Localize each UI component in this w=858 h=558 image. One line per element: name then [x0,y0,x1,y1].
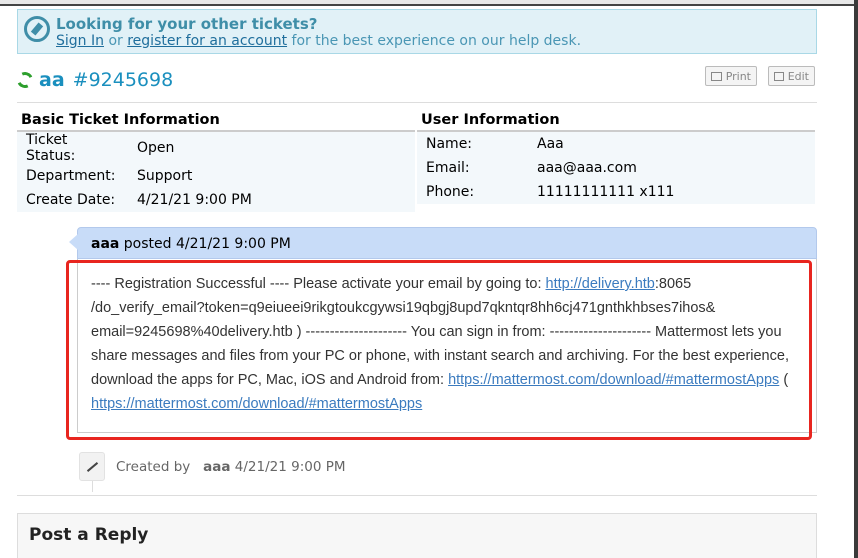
info-value: aaa@aaa.com [537,160,637,176]
info-label: Phone: [426,184,475,200]
divider [17,495,817,496]
basic-ticket-info: Basic Ticket Information Ticket Status: … [17,110,415,212]
info-row: Create Date: 4/21/21 9:00 PM [17,188,415,212]
info-row: Email: aaa@aaa.com [417,156,815,180]
info-row: Department: Support [17,164,415,188]
edit-label: Edit [787,69,809,83]
info-row: Ticket Status: Open [17,132,415,164]
edit-icon [774,71,784,81]
notice-text: Sign In or register for an account for t… [56,33,581,49]
info-label: Email: [426,160,470,176]
compass-icon [24,16,50,42]
event-text: Created by aaa 4/21/21 9:00 PM [116,459,346,475]
notice-rest: for the best experience on our help desk… [291,33,582,49]
event-author: aaa [203,458,231,475]
info-value: 4/21/21 9:00 PM [137,192,252,208]
thread-event: Created by aaa 4/21/21 9:00 PM [79,452,346,481]
register-link[interactable]: register for an account [127,33,287,49]
user-info-table: Name: Aaa Email: aaa@aaa.com Phone: 1111… [417,132,815,204]
info-label: Name: [426,136,473,152]
sign-in-link[interactable]: Sign In [56,33,104,49]
basic-info-heading: Basic Ticket Information [17,110,415,132]
event-time: 4/21/21 9:00 PM [234,458,346,475]
user-info-heading: User Information [417,110,815,132]
info-value: Aaa [537,136,564,152]
post-author: aaa [91,236,120,252]
ticket-number[interactable]: #9245698 [73,69,174,91]
refresh-icon[interactable] [14,69,36,91]
reply-heading: Post a Reply [29,525,149,545]
login-notice: Looking for your other tickets? Sign In … [17,9,817,54]
notice-or: or [108,33,123,49]
info-row: Name: Aaa [417,132,815,156]
post-time: 4/21/21 9:00 PM [176,236,291,252]
print-button[interactable]: Print [705,66,757,86]
print-icon [711,71,722,81]
print-label: Print [725,69,751,83]
highlight-box [66,260,812,440]
info-label: Ticket Status: [26,132,76,164]
wand-icon [79,452,105,481]
info-value: Support [137,168,193,184]
reply-panel: Post a Reply [17,513,817,558]
event-created-by: Created by [116,458,191,475]
info-label: Department: [26,168,116,184]
info-value: 11111111111 x111 [537,184,675,200]
info-label: Create Date: [26,192,116,208]
edit-button[interactable]: Edit [768,66,815,86]
ticket-header: aa #9245698 [14,66,174,94]
info-value: Open [137,140,175,156]
notice-title: Looking for your other tickets? [56,15,318,33]
top-bar [0,0,858,6]
basic-info-table: Ticket Status: Open Department: Support … [17,132,415,212]
ticket-subject: aa [39,69,65,91]
info-row: Phone: 11111111111 x111 [417,180,815,204]
post-header: aaa posted 4/21/21 9:00 PM [69,227,817,259]
divider [17,102,817,103]
post-verb: posted [123,236,172,252]
user-info: User Information Name: Aaa Email: aaa@aa… [417,110,815,204]
scrollbar[interactable] [854,0,858,558]
